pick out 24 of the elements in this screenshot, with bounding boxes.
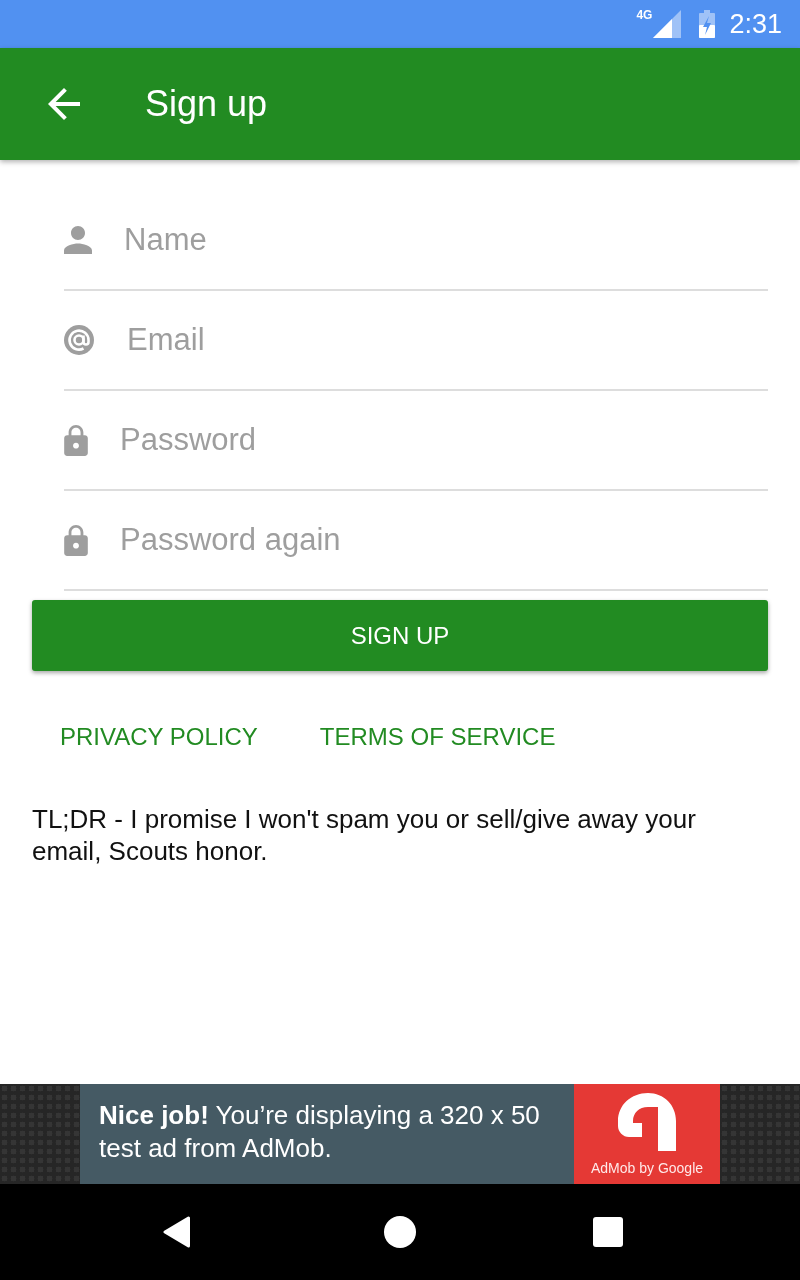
password-field[interactable]: Password — [120, 391, 768, 489]
sign-up-button[interactable]: SIGN UP — [32, 600, 768, 671]
password-field[interactable]: Password again — [120, 491, 768, 589]
nav-back-icon[interactable] — [163, 1216, 191, 1248]
signal-icon — [653, 10, 682, 38]
logo-icon — [618, 1093, 676, 1151]
ad-card[interactable]: Nice job! You’re displaying a 320 x 50 test ad from AdMob. AdMob by Google — [80, 1084, 720, 1184]
terms-of-service-link[interactable]: TERMS OF SERVICE — [319, 711, 556, 763]
status-time: 2:31 — [729, 8, 782, 40]
network-type-label: 4G — [636, 9, 653, 22]
person-icon — [64, 226, 92, 254]
back-arrow-icon[interactable] — [48, 88, 80, 120]
at-sign-icon — [64, 325, 94, 355]
lock-icon — [64, 524, 88, 556]
lock-icon — [64, 424, 88, 456]
nav-home-icon[interactable] — [384, 1216, 416, 1248]
privacy-policy-link[interactable]: PRIVACY POLICY — [60, 711, 258, 763]
battery-icon — [699, 10, 716, 38]
name-field[interactable]: Name — [124, 191, 768, 289]
email-field[interactable]: Email — [127, 291, 768, 389]
ad-message: Nice job! You’re displaying a 320 x 50 test ad from AdMob. — [98, 1099, 541, 1165]
disclaimer-text: TL;DR - I promise I won't spam you or sell/give away your email, Scouts honor. — [32, 803, 697, 867]
screen-title: Sign up — [145, 82, 268, 126]
ad-brand-label: AdMob by Google — [590, 1160, 704, 1176]
